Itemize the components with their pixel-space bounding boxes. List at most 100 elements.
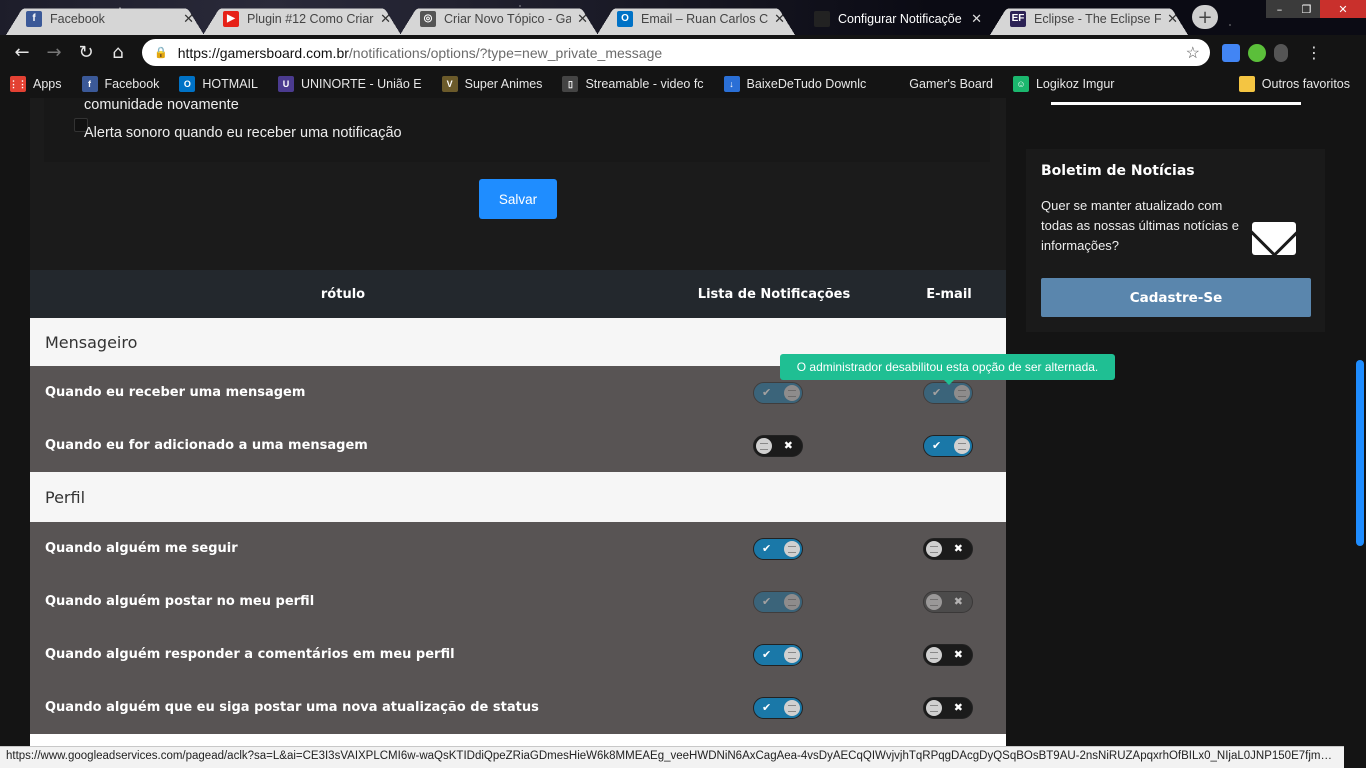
- x-icon: ✖: [953, 594, 963, 608]
- bookmark-item[interactable]: V Super Animes: [432, 76, 553, 92]
- browser-tab[interactable]: EF Eclipse - The Eclipse Fo ✕: [990, 2, 1188, 35]
- check-icon: ✔: [762, 385, 772, 399]
- toggle-knob: [756, 437, 772, 454]
- row-label: Quando alguém que eu siga postar uma nov…: [45, 700, 539, 715]
- new-tab-button[interactable]: +: [1192, 5, 1218, 29]
- close-tab-icon[interactable]: ✕: [577, 11, 588, 27]
- address-bar[interactable]: 🔒 https://gamersboard.com.br/notificatio…: [142, 39, 1210, 66]
- toggle-knob: [784, 384, 800, 401]
- next-section-strip: [30, 734, 1006, 746]
- tab-strip: f Facebook ✕ ▶ Plugin #12 Como Criar E ✕ ◎ Cria…: [0, 0, 1366, 35]
- bookmark-item[interactable]: ⋮⋮ Apps: [0, 76, 72, 92]
- minimize-icon[interactable]: –: [1266, 0, 1293, 18]
- x-icon: ✖: [953, 700, 963, 714]
- scrollbar-thumb[interactable]: [1356, 360, 1364, 546]
- close-tab-icon[interactable]: ✕: [1167, 11, 1178, 27]
- facebook-icon: f: [26, 10, 42, 27]
- notification-list-toggle[interactable]: ✔: [753, 696, 803, 719]
- bookmark-item[interactable]: ☺ Logikoz Imgur: [1003, 76, 1125, 92]
- toggle-knob: [926, 540, 942, 557]
- check-icon: ✔: [932, 385, 942, 399]
- bookmark-item[interactable]: Gamer's Board: [876, 76, 1003, 92]
- email-toggle[interactable]: ✖: [923, 643, 973, 666]
- table-row: Quando alguém postar no meu perfil ✔ ✖: [30, 575, 1006, 628]
- notification-list-toggle: ✔: [753, 381, 803, 404]
- profile-extension-icon[interactable]: [1274, 43, 1288, 62]
- subscribe-button[interactable]: Cadastre-Se: [1041, 278, 1311, 317]
- url-host: https://gamersboard.com.br: [177, 44, 349, 61]
- outlook-icon: O: [179, 76, 196, 92]
- close-tab-icon[interactable]: ✕: [183, 11, 194, 27]
- email-toggle[interactable]: ✖: [923, 537, 973, 560]
- url-path: /notifications/options/?type=new_private…: [348, 44, 663, 61]
- bookmark-item[interactable]: U UNINORTE - União E: [268, 76, 432, 92]
- header-label: rótulo: [320, 286, 366, 302]
- header-notification-list: Lista de Notificações: [697, 286, 851, 302]
- close-tab-icon[interactable]: ✕: [774, 11, 785, 27]
- gamersboard-icon: [814, 10, 830, 27]
- status-bar-url: https://www.googleadservices.com/pagead/…: [0, 746, 1344, 768]
- close-tab-icon[interactable]: ✕: [971, 11, 982, 27]
- browser-tab[interactable]: f Facebook ✕: [6, 2, 204, 35]
- forward-icon[interactable]: →: [38, 42, 70, 63]
- close-tab-icon[interactable]: ✕: [380, 11, 391, 27]
- sound-alert-label: Alerta sonoro quando eu receber uma noti…: [84, 125, 402, 141]
- bookmark-item[interactable]: ▯ Streamable - video fc: [552, 76, 713, 92]
- browser-toolbar: ← → ↻ ⌂ 🔒 https://gamersboard.com.br/not…: [0, 35, 1366, 70]
- notification-list-toggle[interactable]: ✖: [753, 434, 803, 457]
- notification-list-toggle[interactable]: ✔: [753, 537, 803, 560]
- bookmark-label: Gamer's Board: [909, 77, 993, 91]
- browser-tab[interactable]: Configurar Notificaçõe ✕: [794, 2, 992, 35]
- gamepad-icon: ◎: [420, 10, 436, 27]
- bookmarks-bar: ⋮⋮ Apps f Facebook O HOTMAIL U UNINORTE - União…: [0, 70, 1366, 98]
- notification-list-toggle: ✔: [753, 590, 803, 613]
- email-toggle[interactable]: ✔: [923, 434, 973, 457]
- email-toggle[interactable]: ✖: [923, 696, 973, 719]
- window-controls: – ❐ ✕: [1266, 0, 1366, 18]
- bookmark-star-icon[interactable]: ☆: [1186, 43, 1200, 63]
- close-window-icon[interactable]: ✕: [1320, 0, 1366, 18]
- toggle-knob: [784, 540, 800, 557]
- bookmark-label: Apps: [33, 77, 62, 91]
- back-icon[interactable]: ←: [6, 42, 38, 63]
- tab-title: Configurar Notificaçõe: [838, 11, 962, 26]
- browser-tab[interactable]: ◎ Criar Novo Tópico - Gam ✕: [400, 2, 598, 35]
- save-button[interactable]: Salvar: [479, 179, 557, 219]
- check-icon: ✔: [762, 541, 772, 555]
- menu-kebab-icon[interactable]: ⋮: [1306, 43, 1322, 62]
- green-extension-icon[interactable]: [1248, 43, 1266, 62]
- bookmark-label: Super Animes: [464, 77, 543, 91]
- notification-list-toggle[interactable]: ✔: [753, 643, 803, 666]
- page-scrollbar[interactable]: [1354, 98, 1366, 746]
- table-row: Quando eu for adicionado a uma mensagem ✖…: [30, 419, 1006, 472]
- outlook-icon: O: [617, 10, 633, 27]
- table-row: Quando alguém que eu siga postar uma nov…: [30, 681, 1006, 734]
- youtube-icon: ▶: [223, 10, 239, 27]
- row-label: Quando alguém me seguir: [45, 541, 238, 556]
- toggle-knob: [784, 699, 800, 716]
- row-label: Quando eu receber uma mensagem: [45, 385, 306, 400]
- lock-icon[interactable]: 🔒: [154, 46, 168, 59]
- bookmark-item[interactable]: f Facebook: [72, 76, 170, 92]
- bookmark-item[interactable]: O HOTMAIL: [169, 76, 268, 92]
- bookmark-label: Logikoz Imgur: [1035, 77, 1115, 91]
- eclipse-icon: EF: [1010, 10, 1026, 27]
- other-bookmarks[interactable]: Outros favoritos: [1229, 76, 1360, 92]
- browser-tab[interactable]: ▶ Plugin #12 Como Criar E ✕: [203, 2, 401, 35]
- newsletter-title: Boletim de Notícias: [1041, 163, 1195, 179]
- disabled-tooltip: O administrador desabilitou esta opção d…: [780, 354, 1115, 385]
- folder-icon: [1238, 76, 1255, 92]
- apps-grid-icon: ⋮⋮: [9, 76, 27, 92]
- check-icon: ✔: [762, 594, 772, 608]
- restore-icon[interactable]: ❐: [1293, 0, 1320, 18]
- bookmark-item[interactable]: ↓ BaixeDeTudo Downlc: [714, 76, 877, 92]
- bookmark-label: HOTMAIL: [202, 77, 258, 91]
- translate-extension-icon[interactable]: [1222, 43, 1240, 62]
- reload-icon[interactable]: ↻: [70, 42, 102, 63]
- check-icon: ✔: [932, 438, 942, 452]
- email-toggle: ✖: [923, 590, 973, 613]
- home-icon[interactable]: ⌂: [102, 42, 134, 63]
- table-row: Quando alguém responder a comentários em…: [30, 628, 1006, 681]
- toggle-knob: [926, 593, 942, 610]
- browser-tab[interactable]: O Email – Ruan Carlos CS ✕: [597, 2, 795, 35]
